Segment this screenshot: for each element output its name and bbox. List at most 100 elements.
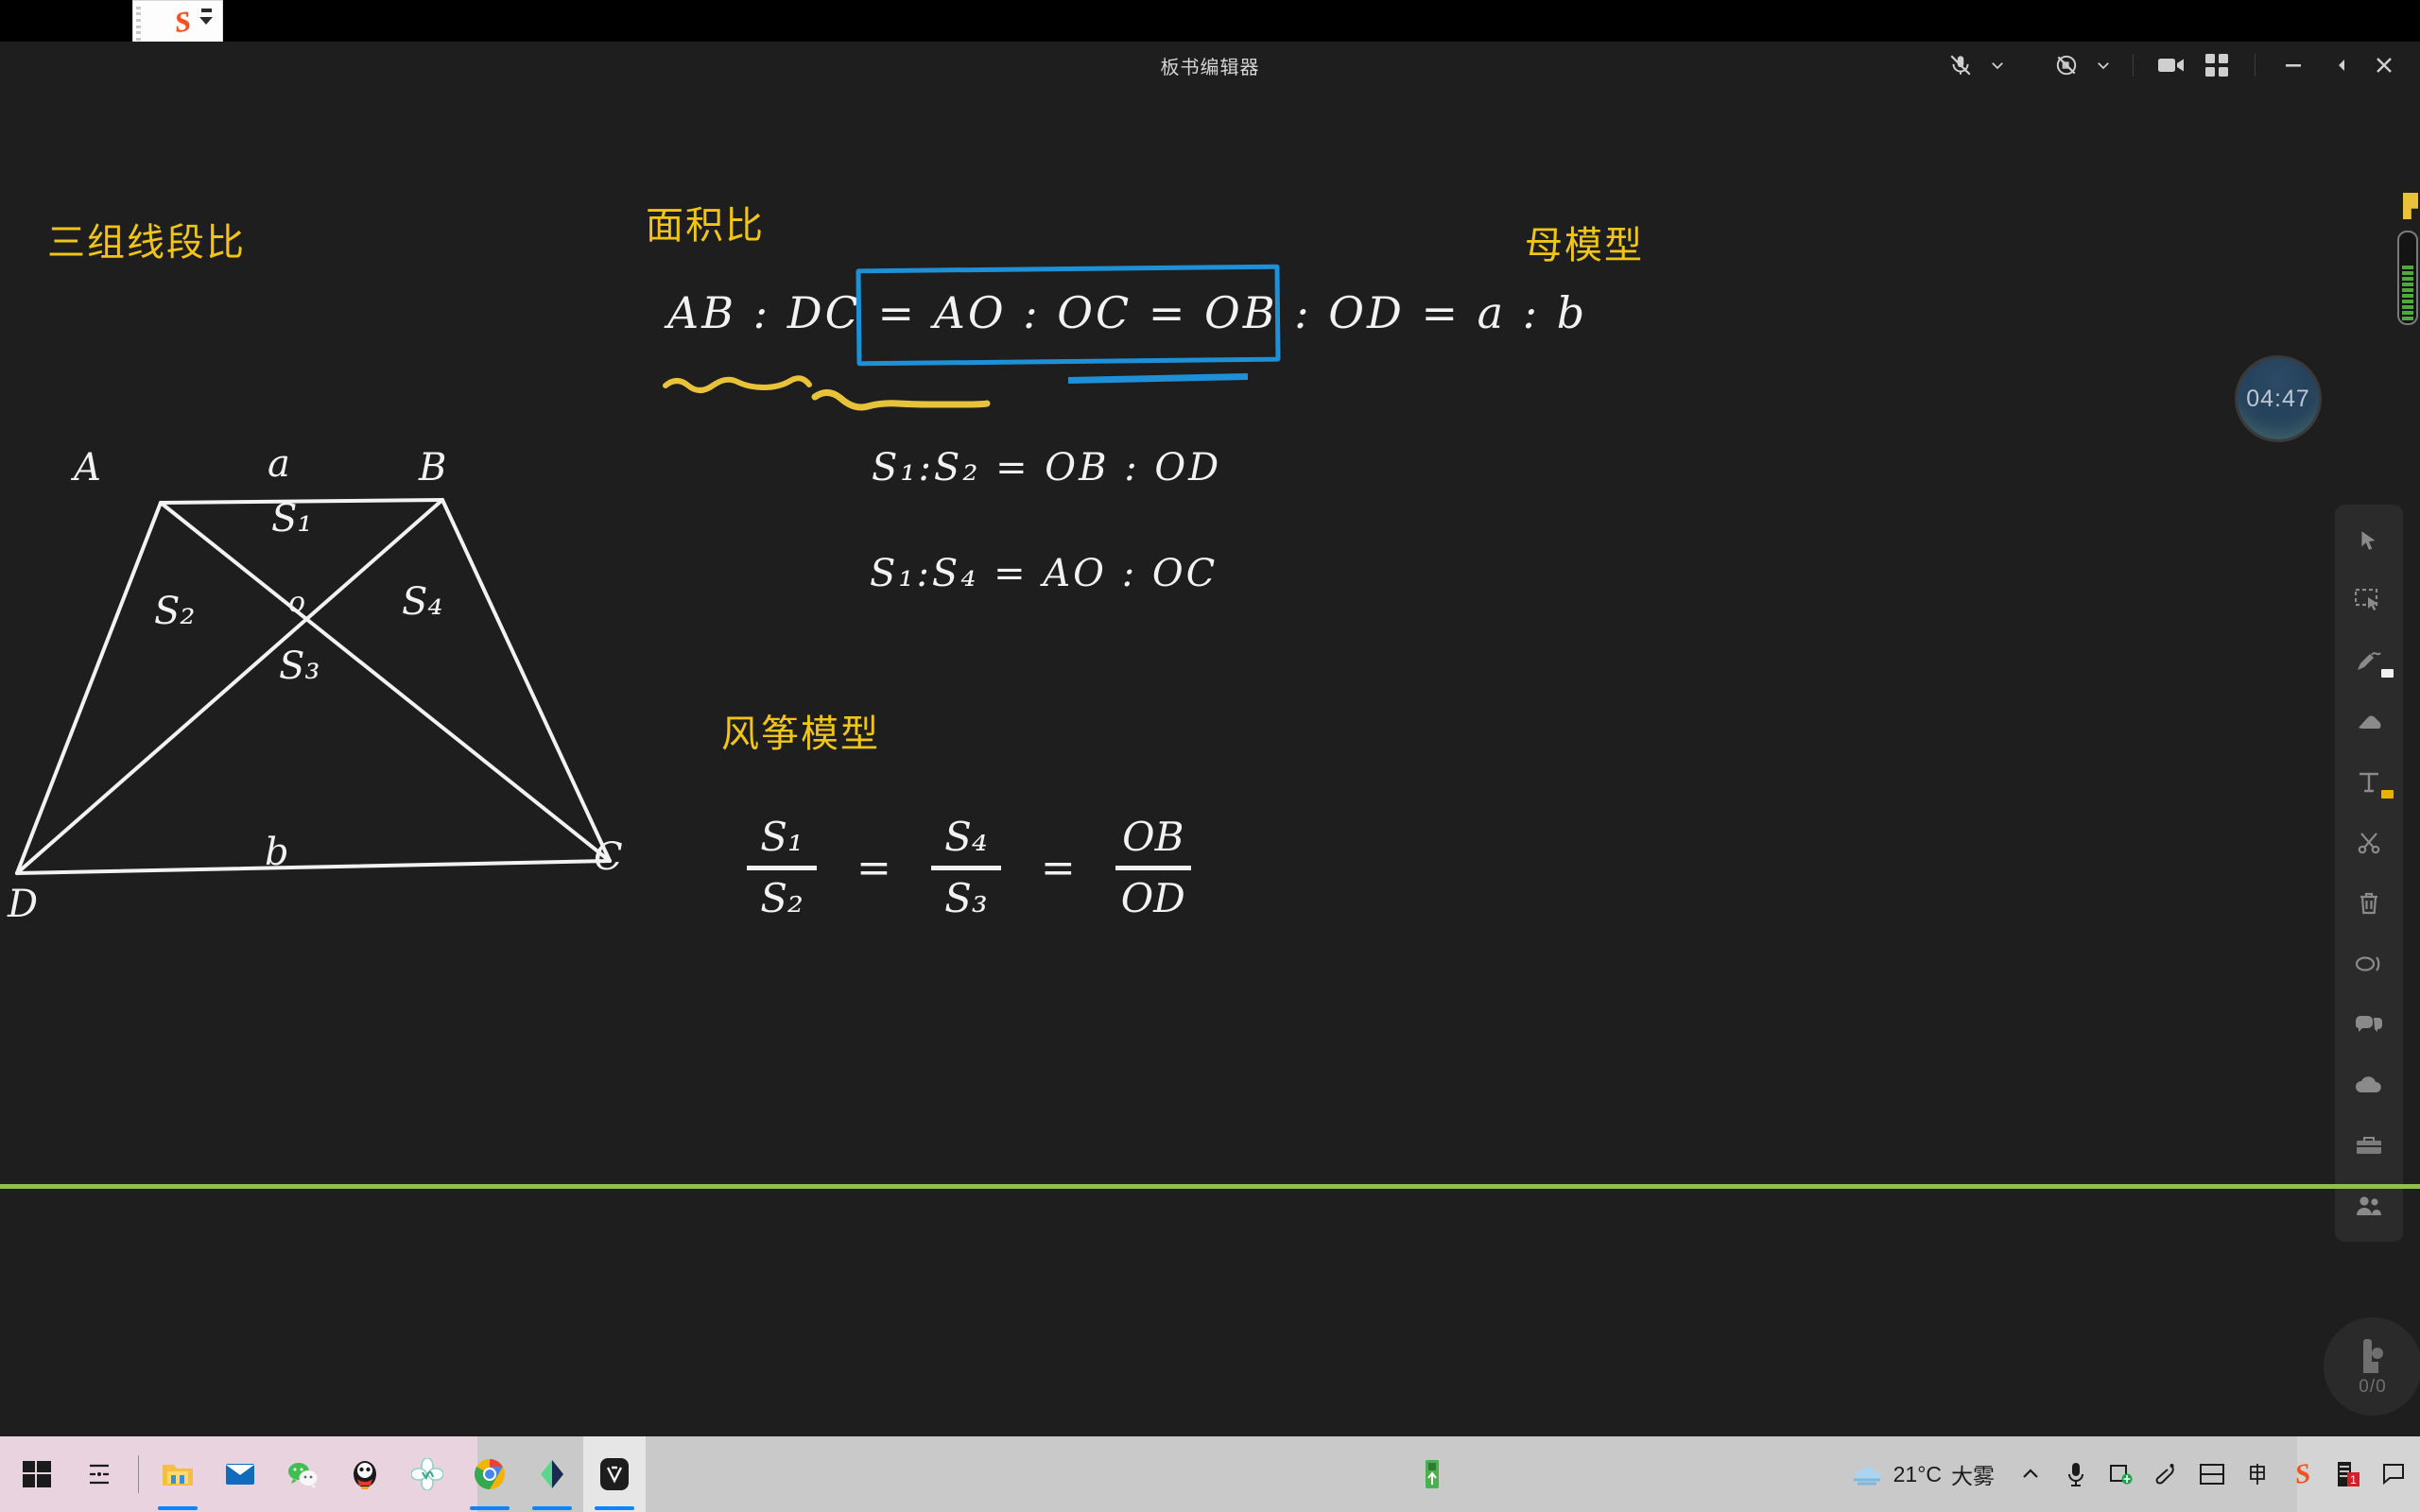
yellow-marker-cap-icon bbox=[2403, 193, 2418, 219]
vertex-label-c: C bbox=[594, 835, 623, 879]
pen-color-swatch[interactable] bbox=[2381, 669, 2394, 678]
qq-icon[interactable] bbox=[334, 1436, 396, 1512]
ime-expand-toggle[interactable] bbox=[199, 9, 213, 25]
sogou-ime-popup[interactable]: S bbox=[132, 0, 223, 45]
blackboard-editor-icon[interactable] bbox=[583, 1436, 646, 1512]
fraction-bar bbox=[1115, 866, 1191, 871]
trapezoid-drawing bbox=[15, 498, 612, 875]
windows-start-icon[interactable] bbox=[6, 1436, 68, 1512]
fraction-numerator: S₁ bbox=[760, 814, 804, 860]
wechat-icon[interactable] bbox=[271, 1436, 334, 1512]
trash-icon[interactable] bbox=[2343, 881, 2394, 926]
cloud-icon[interactable] bbox=[2343, 1062, 2394, 1108]
hand-raise-counter[interactable]: 0/0 bbox=[2324, 1317, 2420, 1416]
vertex-label-b: B bbox=[419, 446, 447, 490]
titlebar-divider-1 bbox=[2133, 54, 2134, 77]
level-indicator bbox=[2397, 231, 2418, 325]
usb-drive-icon[interactable] bbox=[1409, 1436, 1456, 1512]
area-label-s4: S₄ bbox=[402, 580, 443, 624]
notes-icon[interactable]: 1 bbox=[2325, 1436, 2371, 1512]
green-app-icon[interactable] bbox=[521, 1436, 583, 1512]
weather-temperature: 21°C bbox=[1893, 1461, 1942, 1486]
tool-rail bbox=[2335, 505, 2403, 1242]
mic-muted-icon[interactable] bbox=[1940, 46, 1981, 84]
speech-bubble-icon[interactable] bbox=[2343, 1002, 2394, 1047]
equation-s1-s2: S₁:S₂ = OB : OD bbox=[872, 446, 1222, 490]
page-title: 板书编辑器 bbox=[1160, 57, 1260, 78]
ime-chinese-icon[interactable] bbox=[2235, 1436, 2280, 1512]
heading-kite-model: 风筝模型 bbox=[721, 713, 880, 755]
task-view-icon[interactable] bbox=[68, 1436, 130, 1512]
fraction-numerator: S₄ bbox=[944, 814, 988, 860]
chrome-icon[interactable] bbox=[458, 1436, 521, 1512]
countdown-timer[interactable]: 04:47 bbox=[2235, 355, 2322, 442]
file-explorer-icon[interactable] bbox=[147, 1436, 209, 1512]
camera-muted-icon[interactable] bbox=[2046, 46, 2087, 84]
fraction-denominator: S₂ bbox=[760, 875, 804, 922]
running-indicator bbox=[158, 1506, 198, 1510]
eraser-icon[interactable] bbox=[2343, 699, 2394, 745]
fraction-bar bbox=[747, 866, 817, 871]
text-color-swatch[interactable] bbox=[2381, 790, 2394, 799]
side-label-a: a bbox=[268, 442, 290, 486]
pin-icon[interactable] bbox=[2318, 46, 2360, 84]
text-tool-icon[interactable] bbox=[2343, 760, 2394, 805]
people-icon[interactable] bbox=[2343, 1183, 2394, 1228]
equals-sign-1: = bbox=[856, 844, 891, 893]
blue-highlight-box bbox=[856, 264, 1281, 367]
titlebar-divider-2 bbox=[2255, 54, 2256, 77]
blackboard-editor-window: 板书编辑器 三组线段比 面积比 母模型 风筝模型 AB: DC = AO: … bbox=[0, 42, 2420, 1436]
vertex-label-a: A bbox=[74, 446, 101, 490]
split-screen-icon[interactable] bbox=[2189, 1436, 2235, 1512]
equals-sign-2: = bbox=[1040, 844, 1076, 893]
top-black-strip: S bbox=[0, 0, 2420, 45]
trapezoid-figure: A a B S₁ o S₂ S₄ S₃ b C D bbox=[0, 401, 681, 930]
ime-drag-handle[interactable] bbox=[136, 5, 143, 43]
area-label-s2: S₂ bbox=[154, 590, 196, 633]
microphone-icon[interactable] bbox=[2053, 1436, 2099, 1512]
fraction-s4-over-s3: S₄ S₃ bbox=[930, 814, 1001, 922]
raised-hand-icon bbox=[2363, 1339, 2383, 1373]
windows-taskbar: 21°C 大雾 S 1 bbox=[0, 1436, 2420, 1512]
laser-pointer-icon[interactable] bbox=[2343, 941, 2394, 987]
kite-model-formula: S₁ S₂ = S₄ S₃ = OB OD bbox=[747, 815, 1191, 921]
area-label-s1: S₁ bbox=[271, 497, 313, 541]
camera-chevron-down-icon[interactable] bbox=[2091, 46, 2116, 84]
running-indicator bbox=[532, 1506, 572, 1510]
fraction-denominator: S₃ bbox=[944, 875, 988, 922]
action-center-icon[interactable] bbox=[2371, 1436, 2416, 1512]
heading-three-segment-ratios: 三组线段比 bbox=[47, 222, 246, 264]
mail-icon[interactable] bbox=[209, 1436, 271, 1512]
toolbox-icon[interactable] bbox=[2343, 1123, 2394, 1168]
video-camera-icon[interactable] bbox=[2151, 46, 2192, 84]
side-label-b: b bbox=[265, 831, 289, 874]
pen-icon[interactable] bbox=[2343, 639, 2394, 684]
close-icon[interactable] bbox=[2363, 46, 2405, 84]
fraction-numerator: OB bbox=[1122, 814, 1184, 860]
weather-condition: 大雾 bbox=[1951, 1464, 1995, 1488]
fraction-s1-over-s2: S₁ S₂ bbox=[747, 815, 817, 921]
show-hidden-icons-icon[interactable] bbox=[2008, 1436, 2053, 1512]
weather-widget[interactable]: 21°C 大雾 bbox=[1837, 1458, 2008, 1490]
vertex-label-o: o bbox=[288, 586, 306, 619]
taskbar-divider bbox=[138, 1455, 139, 1493]
mic-chevron-down-icon[interactable] bbox=[1985, 46, 2010, 84]
fraction-ob-over-od: OB OD bbox=[1115, 815, 1191, 921]
marquee-select-icon[interactable] bbox=[2343, 578, 2394, 624]
running-indicator bbox=[595, 1506, 634, 1510]
fraction-denominator: OD bbox=[1120, 875, 1185, 922]
cursor-select-icon[interactable] bbox=[2343, 518, 2394, 563]
scissors-icon[interactable] bbox=[2343, 820, 2394, 866]
titlebar-controls bbox=[1940, 42, 2405, 89]
flower-app-icon[interactable] bbox=[396, 1436, 458, 1512]
whiteboard-canvas[interactable]: 三组线段比 面积比 母模型 风筝模型 AB : DC = AO : OC = O… bbox=[0, 89, 2420, 1436]
pen-clip-icon[interactable] bbox=[2144, 1436, 2189, 1512]
minimize-icon[interactable] bbox=[2273, 46, 2314, 84]
grid-layout-icon[interactable] bbox=[2196, 46, 2238, 84]
area-label-s3: S₃ bbox=[279, 644, 320, 688]
sogou-icon[interactable]: S bbox=[2280, 1436, 2325, 1512]
screen-capture-icon[interactable] bbox=[2099, 1436, 2144, 1512]
system-tray: 21°C 大雾 S 1 bbox=[1837, 1436, 2420, 1512]
sogou-logo-icon[interactable]: S bbox=[172, 6, 192, 40]
fog-icon bbox=[1853, 1466, 1881, 1486]
